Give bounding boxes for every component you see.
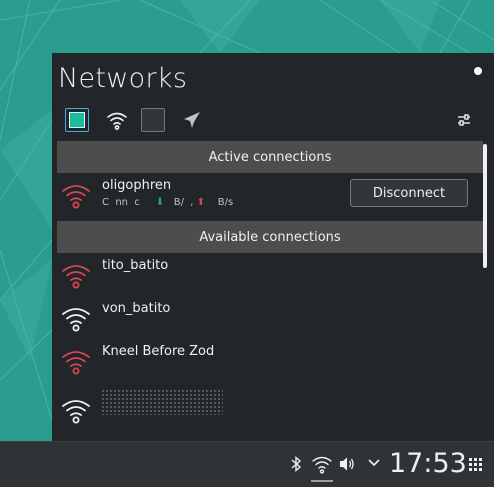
configure-network-button[interactable] <box>452 108 476 132</box>
connection-row[interactable]: Kneel Before Zod <box>57 340 483 382</box>
connection-row[interactable]: von_batito <box>57 297 483 339</box>
wifi-weak-signal-icon <box>62 351 90 375</box>
connection-row[interactable]: tito_batito <box>57 254 483 296</box>
ethernet-icon <box>69 112 85 128</box>
upload-arrow-icon: ⬆ <box>196 197 206 208</box>
wifi-strong-signal-icon <box>62 400 90 424</box>
taskbar: 17:53 <box>0 441 494 487</box>
wifi-toggle-button[interactable] <box>105 108 129 132</box>
app-grid-icon[interactable] <box>469 458 483 472</box>
obscured-network-name <box>101 389 223 415</box>
connection-name: oligophren <box>102 178 172 193</box>
connection-name: Kneel Before Zod <box>102 344 215 359</box>
volume-icon[interactable] <box>339 455 355 473</box>
connection-row-active[interactable]: oligophren C nn c ⬇ B/ , ⬆ B/s Disconnec… <box>57 174 483 216</box>
pin-icon[interactable] <box>474 67 482 75</box>
available-connections-header: Available connections <box>57 221 483 253</box>
wifi-strong-signal-icon <box>62 308 90 332</box>
active-indicator <box>311 480 333 482</box>
bluetooth-icon[interactable] <box>289 455 303 473</box>
ethernet-toggle-button[interactable] <box>65 108 89 132</box>
wifi-weak-signal-icon <box>62 265 90 289</box>
wifi-weak-signal-icon <box>62 185 90 209</box>
airplane-mode-icon <box>184 112 200 128</box>
expand-tray-icon[interactable] <box>367 458 381 468</box>
disconnect-button[interactable]: Disconnect <box>350 179 468 207</box>
scrollbar[interactable] <box>483 144 487 268</box>
connection-row[interactable] <box>57 383 483 425</box>
configure-icon <box>458 114 470 126</box>
connection-list[interactable]: Active connections oligophren C nn c ⬇ B… <box>57 141 483 431</box>
active-connections-header: Active connections <box>57 141 483 173</box>
connection-name: von_batito <box>102 301 171 316</box>
airplane-mode-button[interactable] <box>180 108 204 132</box>
clock[interactable]: 17:53 <box>389 448 467 479</box>
wifi-icon <box>107 112 127 130</box>
popup-title: Networks <box>58 63 188 94</box>
connection-status: C nn c ⬇ B/ , ⬆ B/s <box>102 197 234 208</box>
download-arrow-icon: ⬇ <box>155 197 165 208</box>
mobile-broadband-toggle-button[interactable] <box>141 108 165 132</box>
networks-popup: Networks Active connections oligophren C… <box>52 53 494 441</box>
connection-name: tito_batito <box>102 258 169 273</box>
network-wifi-icon[interactable] <box>311 453 333 475</box>
